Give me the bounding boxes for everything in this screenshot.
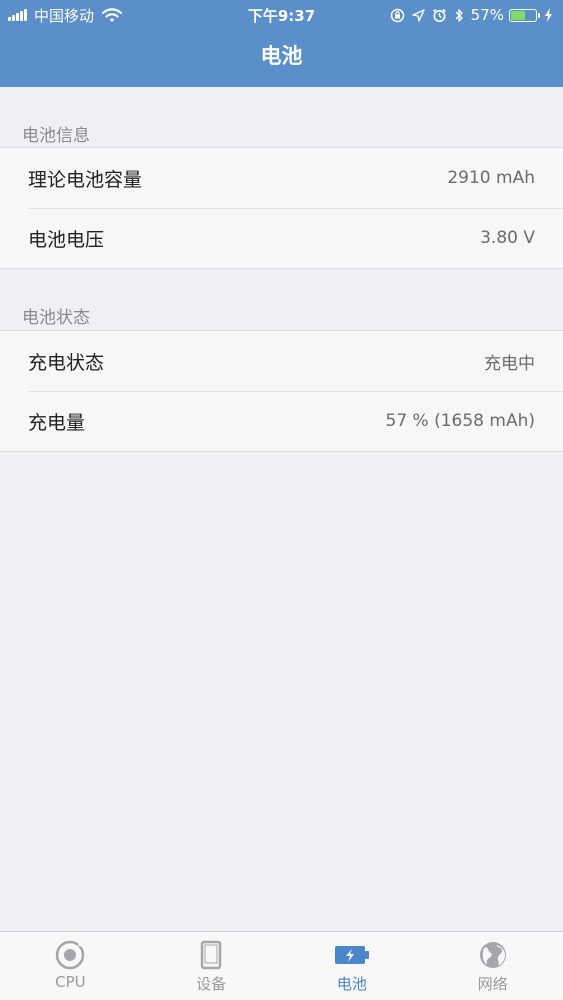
alarm-clock-icon xyxy=(432,8,446,22)
tab-cpu[interactable]: CPU xyxy=(0,932,141,1000)
section-header-battery-status: 电池状态 xyxy=(22,308,90,328)
list-item-charge-level[interactable]: 充电量 57 % (1658 mAh) xyxy=(0,391,563,451)
status-battery-fill xyxy=(511,10,525,20)
battery-info-group: 理论电池容量 2910 mAh 电池电压 3.80 V xyxy=(0,147,563,269)
row-label: 理论电池容量 xyxy=(28,168,143,191)
tab-label: 网络 xyxy=(477,975,508,993)
battery-icon xyxy=(334,946,369,964)
navigation-header: 中国移动 下午9:37 57% 电池 xyxy=(0,0,563,87)
section-header-battery-info: 电池信息 xyxy=(22,126,90,146)
tab-device[interactable]: 设备 xyxy=(141,932,282,1000)
bluetooth-icon xyxy=(455,8,463,22)
status-bar-right: 57% xyxy=(383,5,553,25)
content: 电池信息 理论电池容量 2910 mAh 电池电压 3.80 V 电池状态 充电… xyxy=(0,87,563,452)
list-item-theoretical-capacity[interactable]: 理论电池容量 2910 mAh xyxy=(0,148,563,208)
globe-icon xyxy=(479,942,506,968)
status-battery-icon xyxy=(509,8,540,22)
row-label: 充电状态 xyxy=(28,351,105,374)
tab-label: 设备 xyxy=(196,975,227,993)
cpu-icon xyxy=(56,940,85,970)
row-value: 2910 mAh xyxy=(447,168,535,188)
tab-bar: CPU 设备 电池 网络 xyxy=(0,931,563,1000)
battery-status-group: 充电状态 充电中 充电量 57 % (1658 mAh) xyxy=(0,330,563,452)
device-icon xyxy=(200,940,222,970)
row-value: 57 % (1658 mAh) xyxy=(385,411,536,431)
row-value: 3.80 V xyxy=(480,228,535,248)
row-value: 充电中 xyxy=(484,353,535,374)
row-label: 充电量 xyxy=(28,411,86,434)
page-title: 电池 xyxy=(260,44,303,68)
status-bar: 中国移动 下午9:37 57% xyxy=(0,0,563,30)
charging-bolt-icon xyxy=(545,8,552,22)
tab-battery[interactable]: 电池 xyxy=(282,932,423,1000)
battery-screen: 中国移动 下午9:37 57% 电池 电池信息 理论电池容量 2910 mAh … xyxy=(0,0,563,1000)
tab-label: 电池 xyxy=(336,975,367,993)
screen-rotation-lock-icon xyxy=(390,8,404,22)
row-label: 电池电压 xyxy=(28,228,105,251)
list-item-charging-status[interactable]: 充电状态 充电中 xyxy=(0,331,563,391)
location-arrow-icon xyxy=(411,8,425,22)
battery-percent: 57% xyxy=(470,6,504,24)
tab-network[interactable]: 网络 xyxy=(422,932,563,1000)
list-item-battery-voltage[interactable]: 电池电压 3.80 V xyxy=(0,208,563,268)
tab-label: CPU xyxy=(55,973,86,991)
